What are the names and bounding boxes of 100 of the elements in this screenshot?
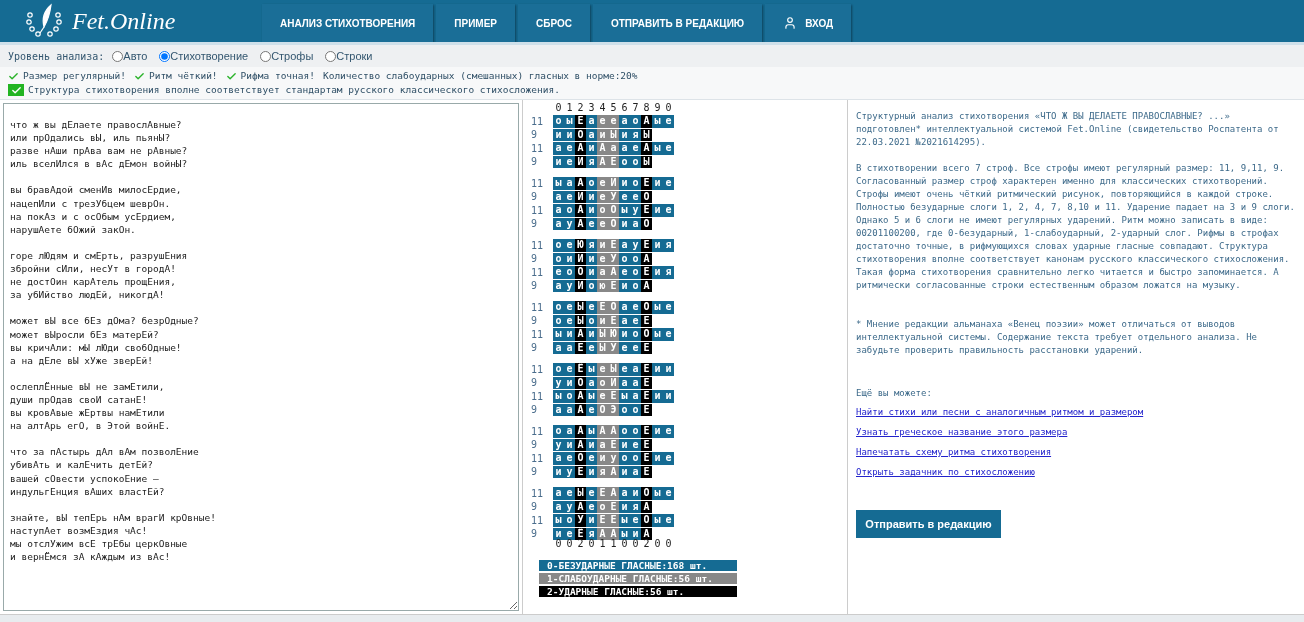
vowel-cell: е [619,363,630,376]
report-paragraph: В стихотворении всего 7 строф. Все строфы имеют регулярный размер: 11, 9,11, 9. Согласованный размер строф характерен именно для классических стихотворений. Строфы имеют очень чёткий ритмический рисунок, повторяющийся в каждой строке. Полностью безударные слоги 1, 2, 4, 7, 8,10 и 11. Ударение падает на 3 и 9 слоги. Однако 5 и 6 слоги не имеют регулярных ударений. Ритм можно записать в виде: 00201100200, где 0-безударный, 1-слабоударный, 2-ударный слог. Рифмы в строфах достаточно точные, в рифмующихся словах ударные гласные совпадают. Структура стихотворения вполне соответствует канонам русского классического стихосложения. Такая форма стихотворения сравнительно легко читается и быстро запоминается. А ритмически согласованные строки естественным образом ложатся на музыку. [856,162,1296,292]
vowel-cell: и [597,128,608,141]
action-link[interactable]: Узнать греческое название этого размера [856,427,1068,437]
vowel-cell: о [553,425,564,438]
vowel-cell: е [619,266,630,279]
radio-button[interactable] [159,50,171,62]
syllable-number: 0 [664,102,673,114]
vowel-cell: А [608,527,619,540]
stress-digit: 0 [554,538,563,550]
vowel-cell: е [564,190,575,203]
vowel-cell: е [553,266,564,279]
logo-drawing [24,3,64,39]
vowel-cell: ы [652,487,663,500]
vowel-cell: е [564,363,575,376]
vowel-cell: о [630,403,641,416]
syllable-count: 9 [531,314,539,329]
vowel-cell: о [619,403,630,416]
syllable-count: 9 [531,252,539,267]
action-link[interactable]: Найти стихи или песни с аналогичным ритмом и размером [856,407,1144,417]
syllable-count: 9 [531,155,539,170]
syllable-count: 11 [531,486,545,501]
vowel-cell: А [641,500,652,513]
vowel-cell: ы [553,328,564,341]
vowel-cell: е [630,142,641,155]
vowel-cell: ы [619,527,630,540]
vowel-cell: О [641,487,652,500]
syllable-number: 9 [653,102,662,114]
vowel-cell: ы [564,115,575,128]
vowel-cell: ы [652,142,663,155]
vowel-cell: и [652,239,663,252]
vowel-cell: а [553,500,564,513]
check-icon [133,70,145,82]
vowel-cell: и [586,190,597,203]
vowel-cell: А [575,204,586,217]
analysis-level-label: Уровень анализа: [8,49,105,64]
vowel-cell: о [597,376,608,389]
vowel-cell: и [564,438,575,451]
vowel-cell: О [641,190,652,203]
vowel-cell: е [663,425,674,438]
vowel-cell: а [619,239,630,252]
vowel-cell: о [553,314,564,327]
vowel-cell: Е [641,266,652,279]
vowel-cell: Е [608,514,619,527]
poem-field[interactable]: что ж вы дЕлаете правослАвные? или прОдались вЫ, иль пьянЫ? разве нАши прАва вам не рАвные? иль вселИлся в вАс дЕмон войнЫ? вы бравАдой сменИв милосЕрдие, нацепИли с трезУбцем шеврОн. на покАз и с осОбым усЕрдием, нарушАете бОжий закОн. горе лЮдям и смЕрть, разрушЕния збройни сИли, несУт в городА! не достОин карАтель прощЕния, за убИйство людЕй, никогдА! может вЫ все бЕз дОма? безрОдные? может вЫросли бЕз матерЕй? вы кричАли: мЫ лЮди свобОдные! а на дЕле вЫ хУже зверЕй! ослеплЁнные вЫ не замЕтили, души прОдав своИ сатанЕ! вы кровАвые жЕртвы намЕтили на алтАрь егО, в Этой войнЕ. что за пАстырь дАл вАм позволЕние убивАть и калЕчить детЕй? вашей сОвести успокоЕние – индульгЕнция вАших властЕй? знайте, вЫ тепЕрь нАм врагИ крОвные! наступАет возмЕздия чАс! мы отслУжим всЕ трЕбы церкОвные и вернЁмся зА кАждым из вАс! [3,103,519,611]
check-icon [225,70,237,82]
nav-button[interactable]: ВХОД [765,4,852,42]
vowel-cell: ы [619,514,630,527]
vowel-cell: е [663,452,674,465]
vowel-cell: и [586,438,597,451]
vowel-cell: и [630,527,641,540]
radio-button[interactable] [112,50,124,62]
vowel-cell: и [652,177,663,190]
vowel-cell: А [608,487,619,500]
stress-digit: 0 [653,538,662,550]
submit-button[interactable]: Отправить в редакцию [856,510,1001,538]
stress-digit: 1 [609,538,618,550]
vowel-cell: О [575,266,586,279]
vowel-cell: а [630,363,641,376]
radio-button[interactable] [325,50,337,62]
stress-digit: 0 [620,538,629,550]
vowel-cell: о [553,239,564,252]
vowel-cell: и [586,142,597,155]
vowel-cell: Е [641,177,652,190]
vowel-cell: и [586,465,597,478]
vowel-cell: а [619,142,630,155]
nav-button[interactable]: ПРИМЕР [436,4,515,42]
nav-button[interactable]: СБРОС [518,4,590,42]
vowel-cell: о [630,252,641,265]
vowel-cell: И [575,155,586,168]
vowel-cell: е [663,204,674,217]
vowel-cell: У [608,252,619,265]
vowel-cell: Ы [575,487,586,500]
vowel-cell: я [630,500,641,513]
radio-button[interactable] [260,50,272,62]
vowel-cell: ы [586,390,597,403]
vowel-cell: и [652,452,663,465]
vowel-cell: а [630,376,641,389]
vowel-cell: е [630,341,641,354]
nav-button[interactable]: ОТПРАВИТЬ В РЕДАКЦИЮ [592,4,763,42]
vowel-cell: о [630,425,641,438]
nav-button[interactable]: АНАЛИЗ СТИХОТВОРЕНИЯ [262,4,434,42]
vowel-cell: е [586,341,597,354]
vowel-cell: Е [641,465,652,478]
vowel-cell: И [575,252,586,265]
vowel-cell: и [553,527,564,540]
vowel-cell: А [608,465,619,478]
action-link[interactable]: Напечатать схему ритма стихотворения [856,447,1052,457]
vowel-cell: е [619,341,630,354]
vowel-cell: я [663,266,674,279]
vowel-cell: е [630,514,641,527]
vowel-cell: и [553,128,564,141]
vowel-cell: Е [641,425,652,438]
syllable-count: 11 [531,424,545,439]
vowel-cell: ы [652,514,663,527]
vowel-cell: и [586,252,597,265]
vowel-cell: я [586,155,597,168]
action-link[interactable]: Открыть задачник по стихосложению [856,467,1035,477]
syllable-number: 0 [554,102,563,114]
vowel-cell: ы [553,177,564,190]
